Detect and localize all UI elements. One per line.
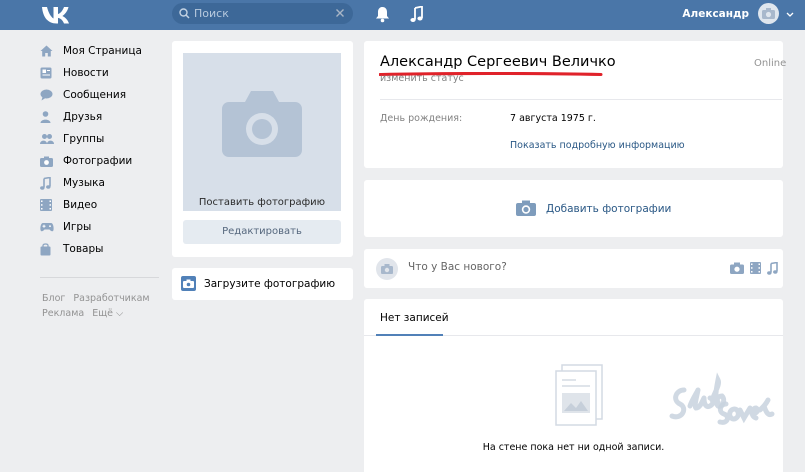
search-box[interactable] bbox=[172, 3, 353, 24]
games-icon bbox=[40, 222, 56, 232]
divider bbox=[380, 99, 782, 100]
sidebar-item-friends[interactable]: Друзья bbox=[40, 106, 162, 128]
profile-info-card: Александр Сергеевич Величко изменить ста… bbox=[364, 41, 787, 168]
search-icon bbox=[179, 8, 190, 19]
photo-icon bbox=[40, 156, 56, 167]
online-status: Online bbox=[754, 58, 787, 69]
post-composer bbox=[364, 249, 783, 288]
sidebar-item-goods[interactable]: Товары bbox=[40, 238, 162, 260]
sidebar-item-video[interactable]: Видео bbox=[40, 194, 162, 216]
footer-link-more[interactable]: Ещё ⌵ bbox=[92, 308, 123, 319]
sidebar-item-label: Новости bbox=[63, 67, 109, 79]
post-attachment-icons bbox=[730, 262, 778, 275]
home-icon bbox=[40, 45, 56, 57]
empty-wall-message: На стене пока нет ни одной записи. bbox=[482, 442, 665, 453]
notifications-bell-icon[interactable] bbox=[375, 6, 390, 23]
news-icon bbox=[40, 67, 56, 79]
avatar bbox=[376, 258, 398, 280]
sidebar-item-my-page[interactable]: Моя Страница bbox=[40, 40, 162, 62]
attach-music-icon[interactable] bbox=[767, 262, 778, 275]
sidebar-item-photos[interactable]: Фотографии bbox=[40, 150, 162, 172]
show-more-info-link[interactable]: Показать подробную информацию bbox=[510, 140, 685, 151]
sidebar-footer-links: Блог Разработчикам Реклама Ещё ⌵ bbox=[42, 291, 158, 321]
profile-photo-card: Поставить фотографию Редактировать bbox=[172, 41, 353, 257]
header-user-name[interactable]: Александр bbox=[682, 8, 749, 20]
upload-photo-prompt[interactable]: Загрузите фотографию bbox=[172, 268, 353, 300]
add-photos-card[interactable]: Добавить фотографии bbox=[364, 180, 783, 237]
camera-icon bbox=[221, 88, 303, 158]
active-tab-indicator bbox=[376, 334, 443, 336]
sidebar-item-label: Моя Страница bbox=[63, 45, 142, 57]
sidebar-item-label: Группы bbox=[63, 133, 105, 145]
upload-photo-label: Загрузите фотографию bbox=[204, 278, 336, 290]
close-icon[interactable] bbox=[335, 8, 345, 18]
attach-video-icon[interactable] bbox=[750, 262, 761, 275]
sidebar-item-label: Товары bbox=[63, 243, 104, 255]
edit-profile-button[interactable]: Редактировать bbox=[183, 220, 341, 244]
avatar[interactable] bbox=[758, 3, 779, 24]
sidebar-item-label: Фотографии bbox=[63, 155, 133, 167]
sidebar-item-music[interactable]: Музыка bbox=[40, 172, 162, 194]
sidebar-item-label: Сообщения bbox=[63, 89, 127, 101]
add-photos-label[interactable]: Добавить фотографии bbox=[546, 203, 671, 215]
vk-logo-icon[interactable] bbox=[40, 4, 70, 26]
birthday-value[interactable]: 7 августа 1975 г. bbox=[510, 113, 596, 124]
sidebar-divider bbox=[40, 277, 159, 278]
chevron-down-icon[interactable] bbox=[786, 12, 794, 17]
messages-icon bbox=[40, 89, 56, 101]
music-icon bbox=[40, 176, 56, 190]
tab-no-posts[interactable]: Нет записей bbox=[380, 312, 449, 324]
new-post-input[interactable] bbox=[408, 261, 608, 273]
search-input[interactable] bbox=[194, 3, 344, 24]
birthday-label: День рождения: bbox=[380, 113, 463, 124]
footer-link-ads[interactable]: Реклама bbox=[42, 308, 84, 319]
top-header: Александр bbox=[0, 0, 805, 30]
profile-photo-placeholder[interactable]: Поставить фотографию bbox=[183, 53, 341, 211]
camera-icon bbox=[181, 276, 196, 291]
watermark-logo bbox=[669, 372, 775, 425]
friend-icon bbox=[40, 111, 56, 123]
change-status-link[interactable]: изменить статус bbox=[380, 73, 464, 84]
set-photo-label[interactable]: Поставить фотографию bbox=[183, 197, 341, 208]
sidebar-item-label: Игры bbox=[63, 221, 92, 233]
video-icon bbox=[40, 199, 56, 211]
profile-name: Александр Сергеевич Величко bbox=[380, 54, 616, 70]
groups-icon bbox=[40, 133, 56, 145]
goods-icon bbox=[40, 242, 56, 256]
camera-icon bbox=[516, 200, 536, 216]
attach-photo-icon[interactable] bbox=[730, 262, 744, 275]
footer-link-blog[interactable]: Блог bbox=[42, 293, 65, 304]
sidebar-item-label: Видео bbox=[63, 199, 98, 211]
sidebar-item-messages[interactable]: Сообщения bbox=[40, 84, 162, 106]
sidebar-item-groups[interactable]: Группы bbox=[40, 128, 162, 150]
sidebar-nav: Моя Страница Новости Сообщения Друзья Гр… bbox=[40, 40, 162, 260]
sidebar-item-label: Музыка bbox=[63, 177, 105, 189]
footer-link-developers[interactable]: Разработчикам bbox=[73, 293, 149, 304]
empty-wall-icon bbox=[554, 363, 604, 427]
sidebar-item-games[interactable]: Игры bbox=[40, 216, 162, 238]
sidebar-item-label: Друзья bbox=[63, 111, 103, 123]
music-player-icon[interactable] bbox=[410, 6, 424, 23]
sidebar-item-news[interactable]: Новости bbox=[40, 62, 162, 84]
